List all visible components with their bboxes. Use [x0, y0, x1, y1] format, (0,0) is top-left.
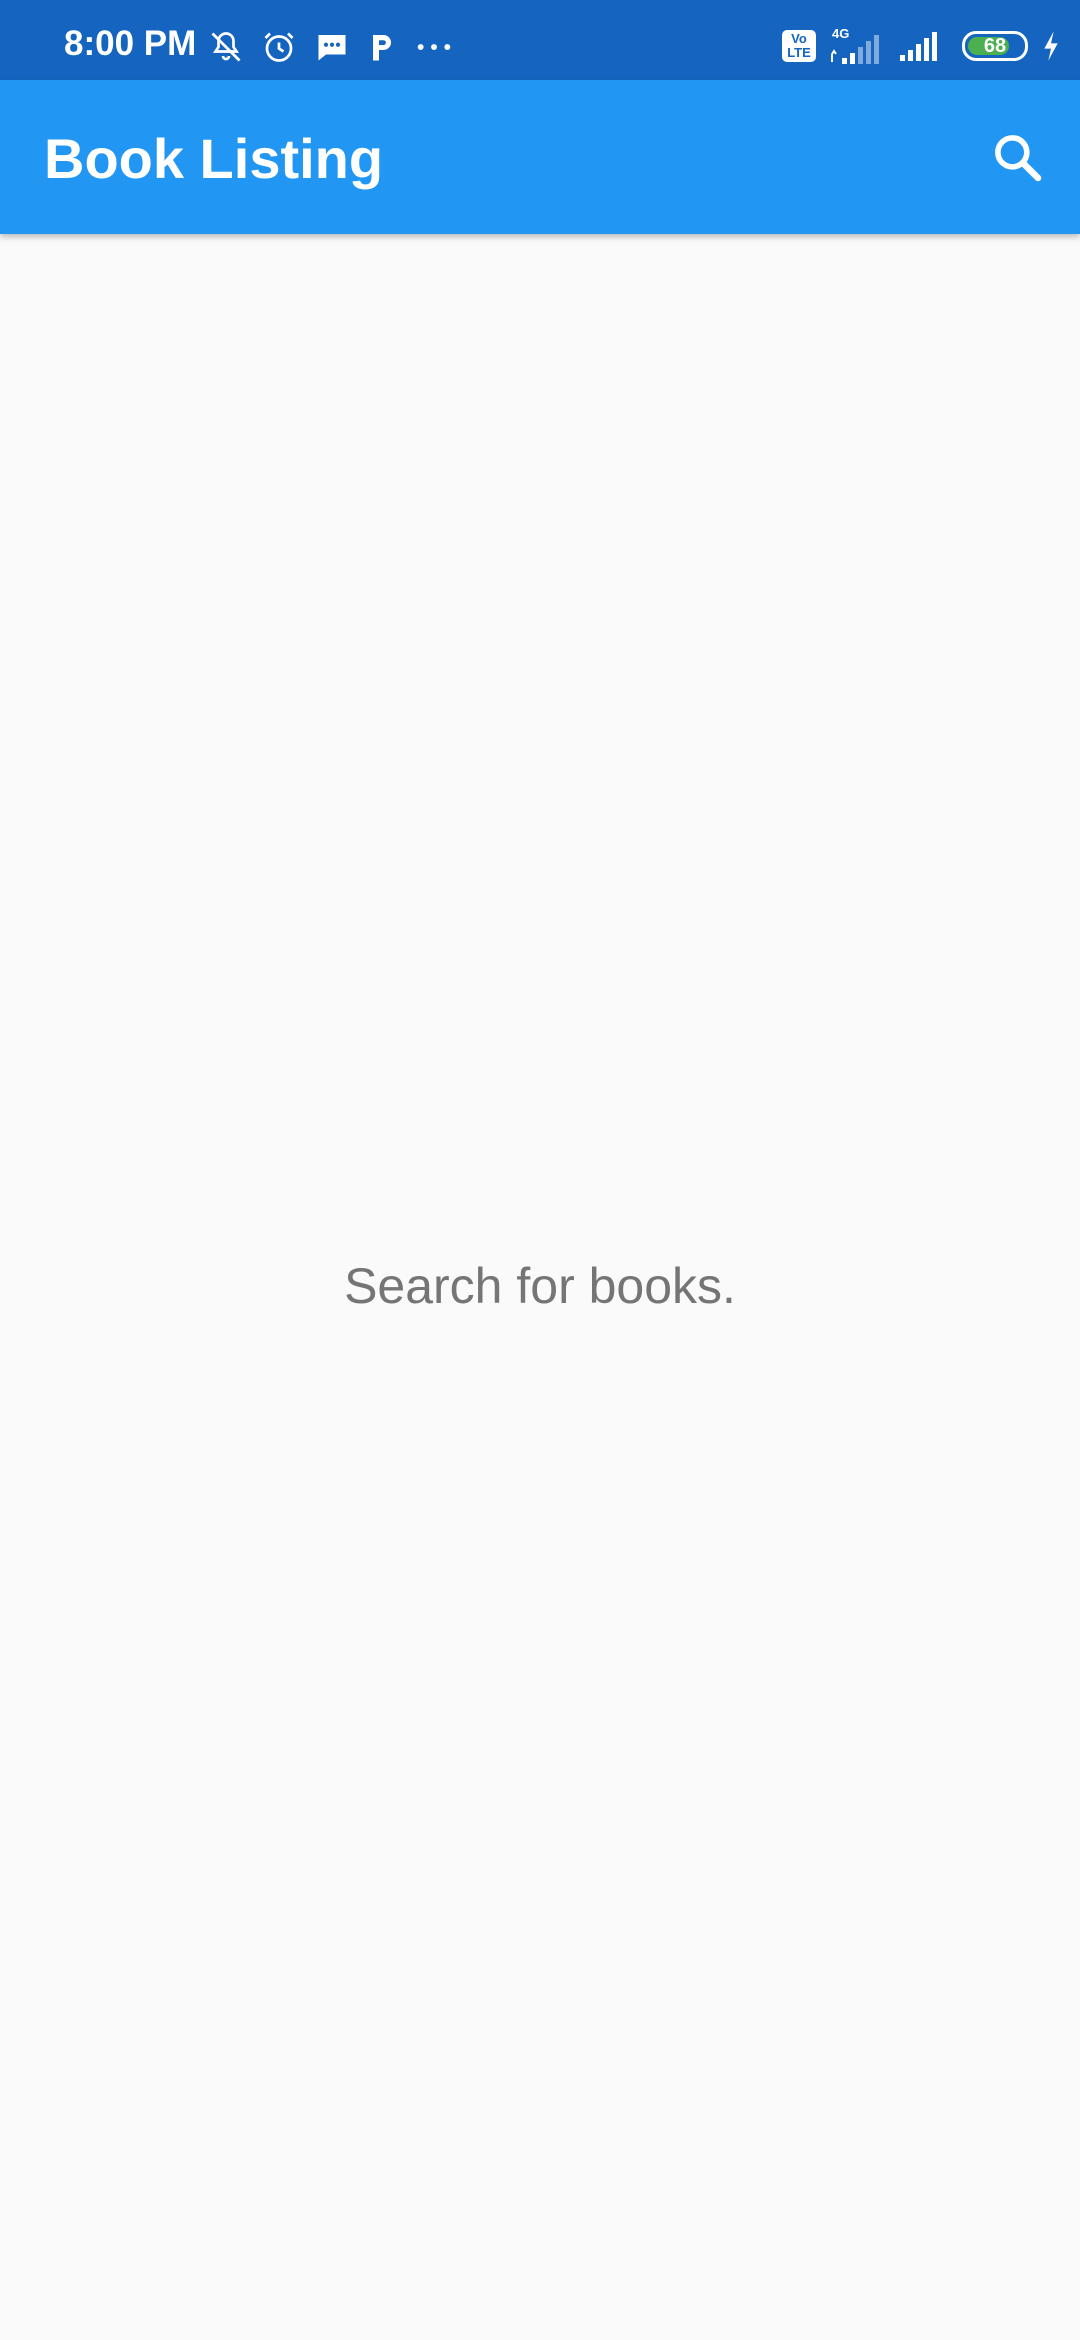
muted-bell-icon — [211, 32, 241, 62]
status-left-icons — [208, 27, 471, 67]
parking-app-icon — [373, 35, 391, 61]
battery-level: 68 — [983, 35, 1007, 57]
status-bar: 8:00 PM Vo LTE 4G 68 — [0, 0, 1080, 80]
volte-icon: Vo LTE — [782, 30, 816, 62]
message-icon — [318, 35, 346, 61]
signal-icon — [900, 32, 937, 61]
page-title: Book Listing — [44, 127, 384, 190]
status-right-icons: Vo LTE 4G 68 — [770, 26, 1062, 66]
screen: 8:00 PM Vo LTE 4G 68 Book Listing Search… — [0, 0, 1080, 2340]
empty-state-message: Search for books. — [344, 1258, 736, 1314]
search-icon — [995, 135, 1042, 182]
alarm-icon — [264, 32, 294, 62]
more-dots-icon — [417, 44, 451, 50]
status-time: 8:00 PM — [64, 24, 197, 63]
search-button[interactable] — [974, 114, 1060, 200]
app-bar: Book Listing — [0, 80, 1080, 234]
battery-icon: 68 — [962, 31, 1028, 61]
charging-icon — [1044, 31, 1058, 61]
signal-4g-icon: 4G — [828, 26, 886, 66]
main-content: Search for books. — [0, 234, 1080, 2340]
